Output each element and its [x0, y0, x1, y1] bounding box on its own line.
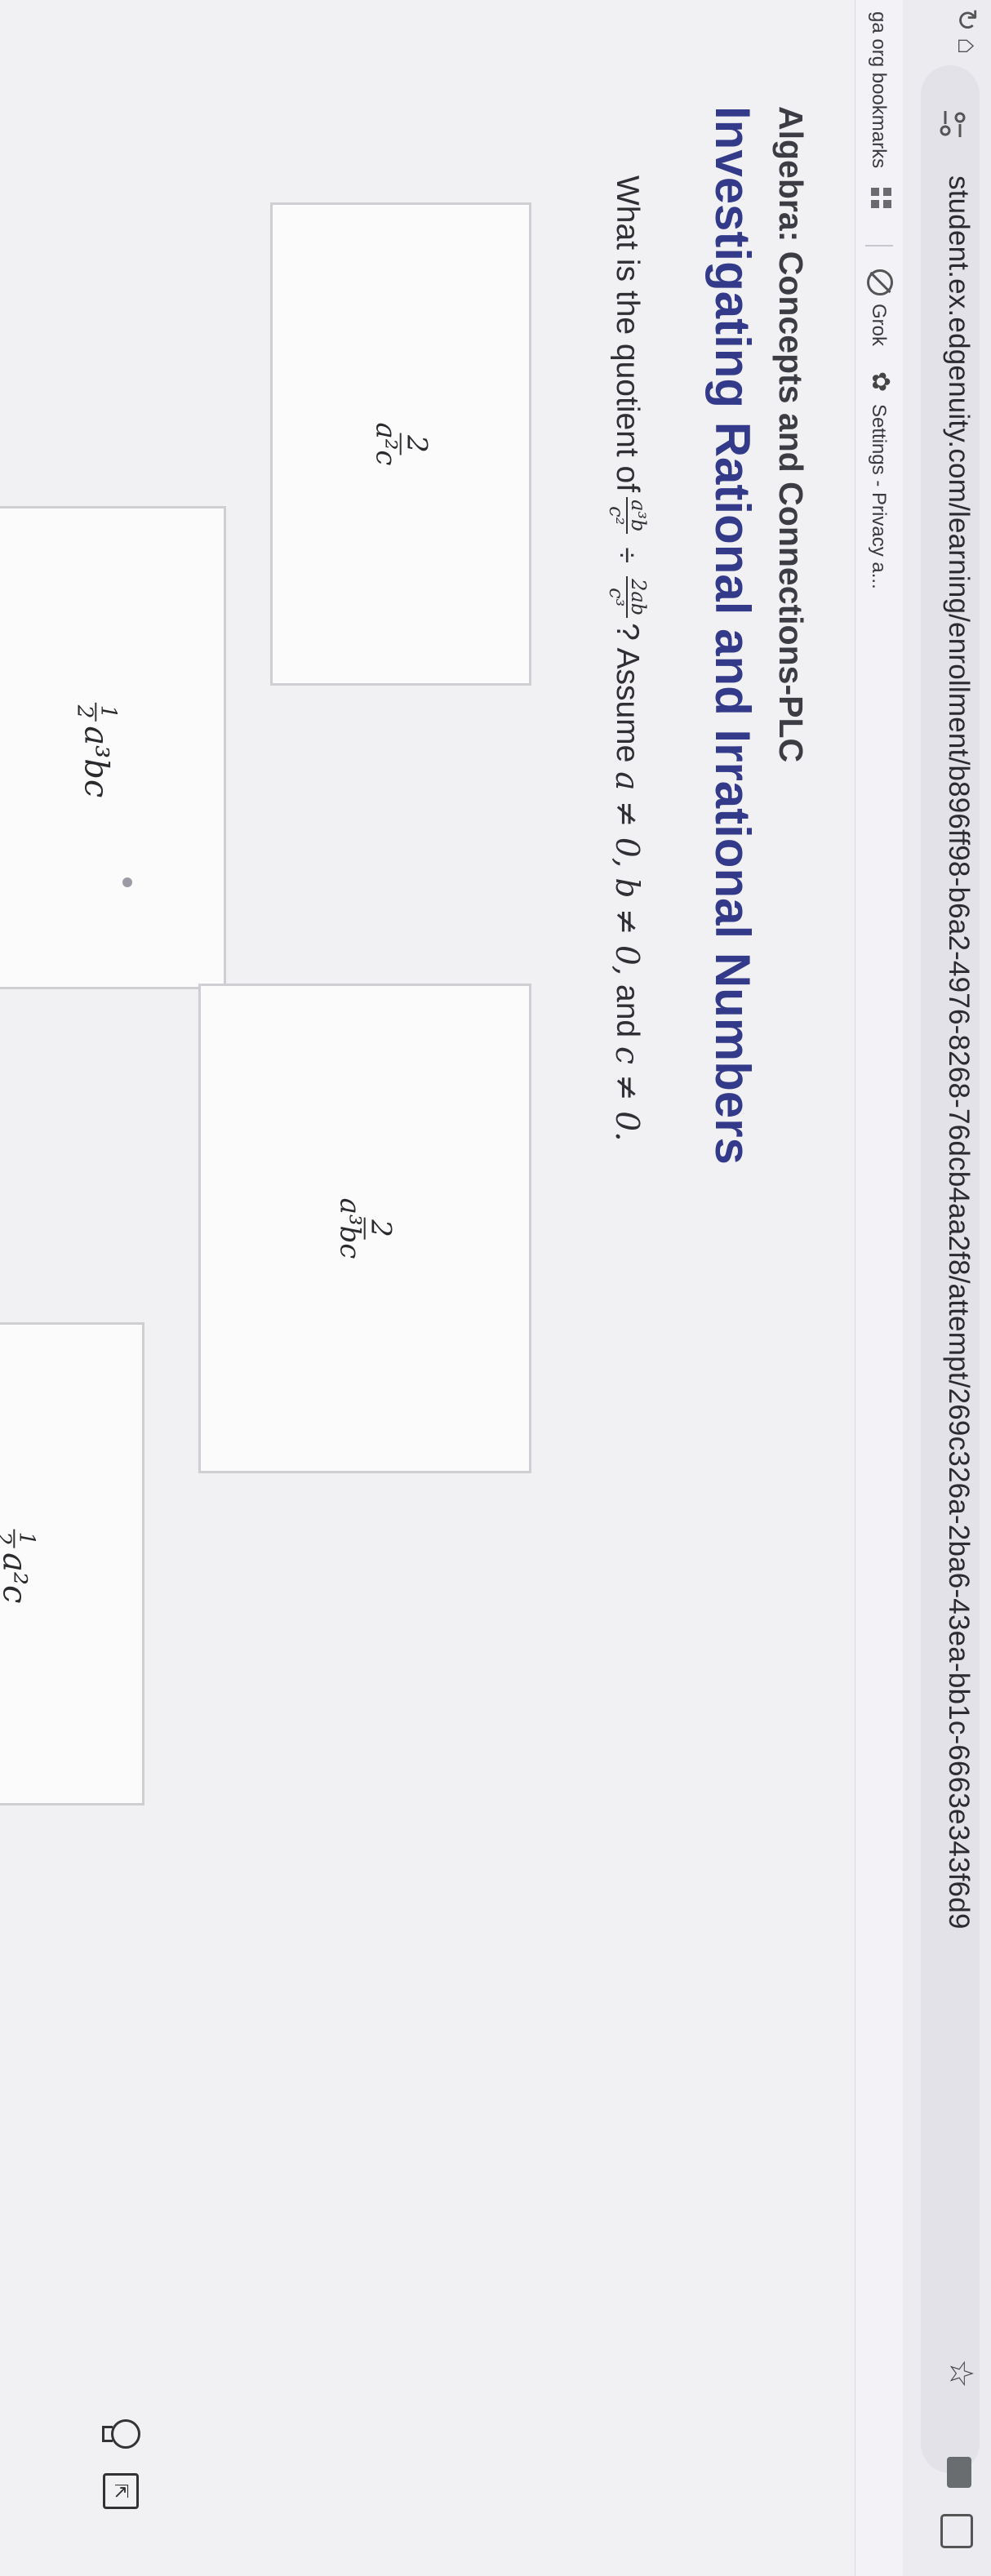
gear-icon: ✿ — [867, 371, 894, 393]
tool-icon[interactable]: ⇱ — [103, 2473, 139, 2509]
stray-dot — [122, 877, 132, 887]
fraction-2: 2ab c³ — [604, 576, 650, 619]
choice-a-numerator: 2 — [400, 433, 433, 455]
fraction-2-denominator: c³ — [604, 588, 628, 607]
answer-choice-a[interactable]: 2 a²c — [270, 202, 531, 686]
course-title: Algebra: Concepts and Connections-PLC — [772, 106, 810, 763]
side-panel-icon[interactable] — [940, 2514, 973, 2548]
choice-a-expression: 2 a²c — [370, 415, 433, 473]
fraction-1-denominator: c² — [604, 506, 628, 526]
question-text: What is the quotient of a³b c² ÷ 2ab c³ … — [604, 175, 650, 1142]
choice-b-expression: 1 2 a³bc — [72, 698, 120, 798]
grok-icon — [867, 269, 893, 295]
choice-b-coefficient: 1 2 — [72, 702, 120, 722]
question-lead: What is the quotient of — [609, 175, 645, 493]
choice-d-coef-numerator: 1 — [13, 1529, 38, 1548]
site-info-icon[interactable] — [934, 106, 970, 142]
choice-b-coef-denominator: 2 — [72, 704, 96, 719]
bookmarks-bar: ga org bookmarks Grok ✿ Settings - Priva… — [855, 0, 903, 2576]
bookmark-divider — [865, 245, 893, 246]
star-icon[interactable]: ☆ — [942, 2359, 980, 2388]
lesson-title: Investigating Rational and Irrational Nu… — [705, 106, 760, 1165]
answer-choice-c[interactable]: 2 a³bc — [198, 984, 531, 1473]
fraction-1-numerator: a³b — [625, 497, 650, 535]
condition-c: c ≠ 0. — [608, 1046, 646, 1142]
choice-a-denominator: a²c — [370, 422, 402, 466]
condition-and: and — [609, 984, 645, 1038]
choice-b-coef-numerator: 1 — [95, 702, 120, 722]
page: ↻ ⌂ student.ex.edgenuity.com/learning/en… — [0, 0, 991, 2576]
divide-sign: ÷ — [610, 547, 644, 564]
choice-c-numerator: 2 — [364, 1217, 398, 1240]
choice-d-coefficient: 1 2 — [0, 1529, 38, 1548]
url-text[interactable]: student.ex.edgenuity.com/learning/enroll… — [942, 175, 975, 1930]
hint-icon[interactable] — [98, 2416, 142, 2449]
answer-choice-d[interactable]: 1 2 a²c — [0, 1322, 144, 1805]
reload-icon[interactable]: ↻ — [950, 8, 983, 32]
answer-choice-b[interactable]: 1 2 a³bc — [0, 506, 226, 989]
question-tail: ? Assume — [609, 623, 645, 763]
choice-d-coef-denominator: 2 — [0, 1530, 15, 1548]
fraction-1: a³b c² — [604, 497, 650, 535]
home-icon[interactable]: ⌂ — [951, 38, 983, 55]
choice-d-term: a²c — [0, 1552, 33, 1604]
choice-c-denominator: a³bc — [334, 1197, 367, 1259]
choice-c-fraction: 2 a³bc — [334, 1196, 398, 1262]
bookmark-grok[interactable]: Grok — [867, 304, 890, 346]
choice-c-expression: 2 a³bc — [334, 1191, 398, 1267]
condition-ab: a ≠ 0, b ≠ 0, — [608, 771, 646, 976]
choice-a-fraction: 2 a²c — [370, 420, 433, 469]
browser-toolbar: ↻ ⌂ student.ex.edgenuity.com/learning/en… — [902, 0, 991, 2576]
bookmark-settings[interactable]: Settings - Privacy a... — [867, 404, 890, 589]
extension-icon[interactable] — [947, 2457, 971, 2488]
choice-b-term: a³bc — [77, 726, 114, 798]
fraction-2-numerator: 2ab — [625, 576, 650, 619]
choice-d-expression: 1 2 a²c — [0, 1525, 38, 1604]
apps-icon[interactable] — [869, 188, 891, 211]
bookmark-folder[interactable]: ga org bookmarks — [867, 11, 890, 168]
